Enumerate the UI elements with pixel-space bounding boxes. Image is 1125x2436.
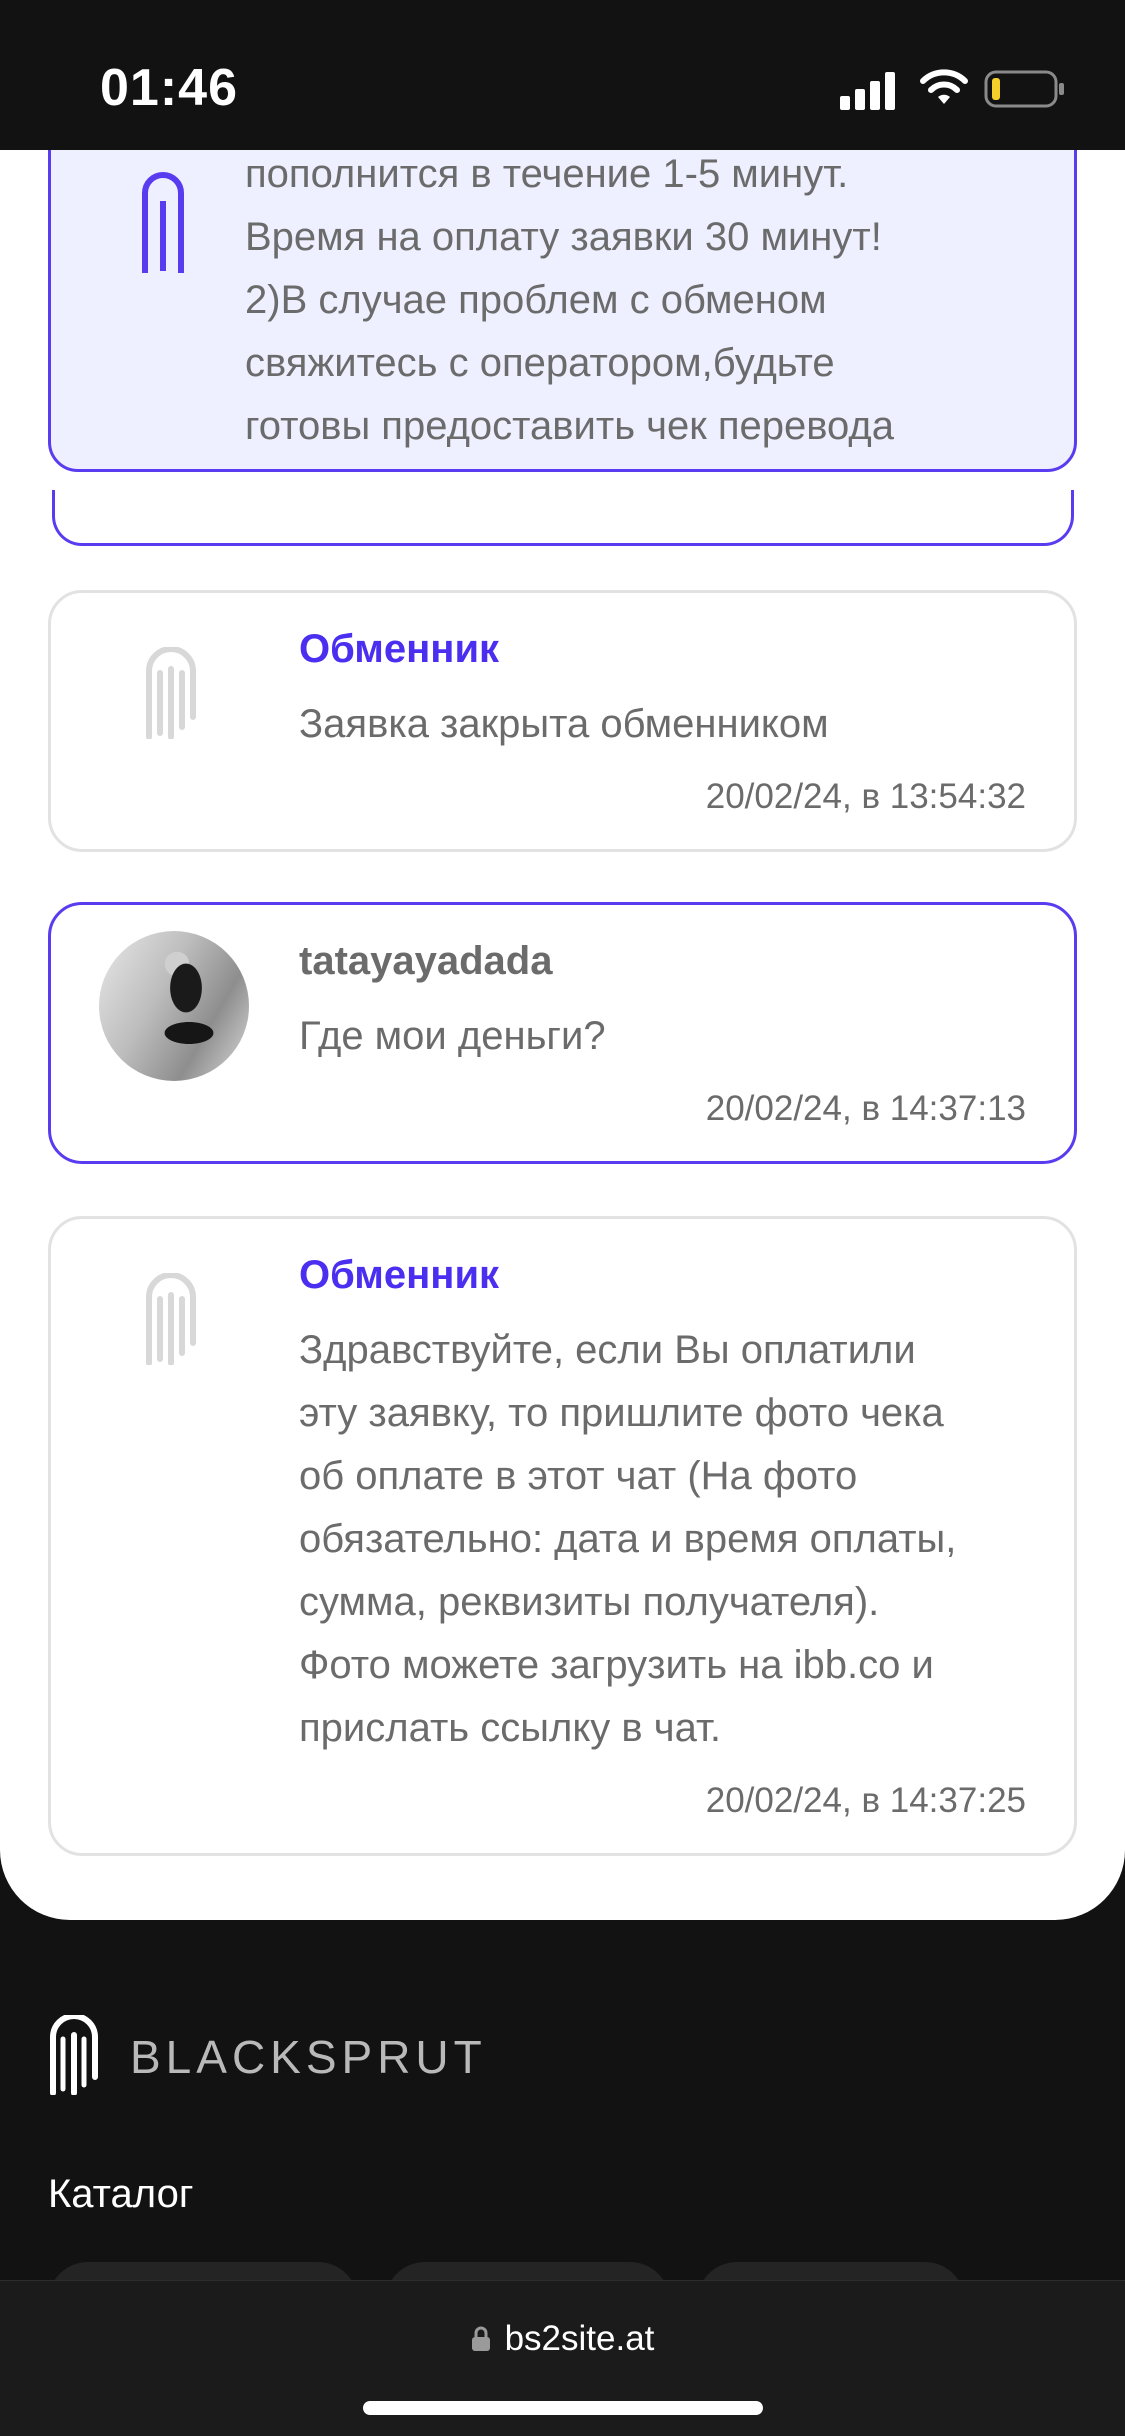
message-body: Заявка закрыта обменником bbox=[299, 693, 1039, 756]
status-time: 01:46 bbox=[100, 59, 238, 117]
message-author: Обменник bbox=[299, 627, 500, 671]
message-card: Обменник Заявка закрыта обменником 20/02… bbox=[48, 590, 1077, 852]
notice-line: свяжитесь с оператором,будьте bbox=[245, 341, 835, 385]
blacksprut-logo-icon[interactable] bbox=[48, 2015, 100, 2095]
message-line: Фото можете загрузить на ibb.co и bbox=[299, 1643, 934, 1687]
battery-icon bbox=[984, 70, 1064, 108]
message-body: Здравствуйте, если Вы оплатили эту заявк… bbox=[299, 1319, 1039, 1760]
message-card: Обменник Здравствуйте, если Вы оплатили … bbox=[48, 1216, 1077, 1856]
address-bar[interactable]: bs2site.at bbox=[0, 2319, 1125, 2359]
chat-page: пополнится в течение 1-5 минут. Время на… bbox=[0, 150, 1125, 1920]
notice-box: пополнится в течение 1-5 минут. Время на… bbox=[48, 150, 1077, 472]
message-line: сумма, реквизиты получателя). bbox=[299, 1580, 880, 1624]
message-author: Обменник bbox=[299, 1253, 500, 1297]
wifi-icon bbox=[920, 69, 968, 104]
message-line: обязательно: дата и время оплаты, bbox=[299, 1517, 957, 1561]
signal-icon bbox=[840, 72, 895, 110]
message-author: tatayayadada bbox=[299, 939, 553, 983]
message-card: tatayayadada Где мои деньги? 20/02/24, в… bbox=[48, 902, 1077, 1164]
notice-line: готовы предоставить чек перевода bbox=[245, 404, 895, 448]
notice-text: пополнится в течение 1-5 минут. Время на… bbox=[245, 150, 1065, 458]
notice-logo-icon bbox=[142, 172, 184, 273]
message-timestamp: 20/02/24, в 13:54:32 bbox=[705, 777, 1026, 816]
home-indicator[interactable] bbox=[363, 2401, 763, 2415]
message-timestamp: 20/02/24, в 14:37:25 bbox=[705, 1781, 1026, 1820]
notice-line: пополнится в течение 1-5 минут. bbox=[245, 152, 849, 196]
user-avatar[interactable] bbox=[99, 931, 249, 1081]
message-line: эту заявку, то пришлите фото чека bbox=[299, 1391, 944, 1435]
clipped-card-edge bbox=[52, 490, 1074, 546]
message-line: прислать ссылку в чат. bbox=[299, 1706, 721, 1750]
status-bar: 01:46 bbox=[0, 0, 1125, 150]
catalog-heading: Каталог bbox=[48, 2172, 194, 2216]
notice-line: 2)В случае проблем с обменом bbox=[245, 278, 827, 322]
url-text: bs2site.at bbox=[504, 2319, 655, 2358]
message-line: Заявка закрыта обменником bbox=[299, 702, 829, 746]
footer-brand[interactable]: BLACKSPRUT bbox=[130, 2030, 487, 2084]
message-line: Где мои деньги? bbox=[299, 1014, 606, 1058]
message-line: об оплате в этот чат (На фото bbox=[299, 1454, 858, 1498]
notice-line: Время на оплату заявки 30 минут! bbox=[245, 215, 882, 259]
message-body: Где мои деньги? bbox=[299, 1005, 1039, 1068]
message-line: Здравствуйте, если Вы оплатили bbox=[299, 1328, 916, 1372]
exchanger-logo-icon bbox=[146, 1273, 196, 1365]
lock-icon bbox=[471, 2326, 490, 2351]
browser-bar: bs2site.at bbox=[0, 2280, 1125, 2436]
message-timestamp: 20/02/24, в 14:37:13 bbox=[705, 1089, 1026, 1128]
exchanger-logo-icon bbox=[146, 647, 196, 739]
